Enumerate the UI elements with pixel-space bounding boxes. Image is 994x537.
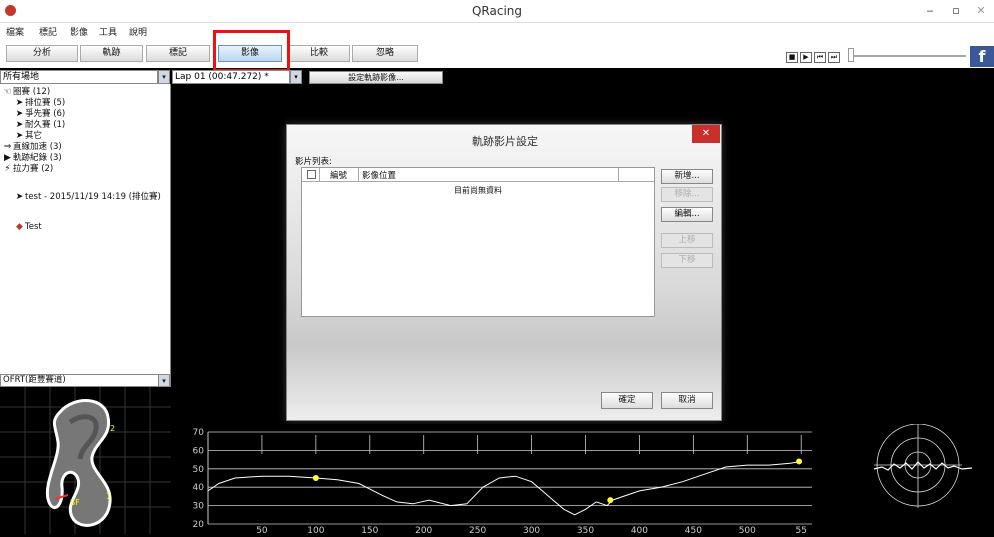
list-header: 編號 影像位置 bbox=[302, 168, 654, 182]
y-tick-label: 40 bbox=[193, 483, 205, 493]
menu-tools[interactable]: 工具 bbox=[99, 25, 117, 38]
track-video-settings-dialog: 軌跡影片設定 ✕ 影片列表: 編號 影像位置 目前尚無資料 新增... 移除..… bbox=[286, 124, 722, 421]
play-button[interactable]: ▶ bbox=[800, 52, 812, 63]
x-tick-label: 350 bbox=[577, 526, 594, 534]
select-all-checkbox[interactable] bbox=[307, 170, 316, 179]
toolbar: 分析 軌跡 標記 影像 比較 忽略 ■ ▶ ⏮ ⏭ bbox=[0, 39, 994, 68]
skip-back-button[interactable]: ⏮ bbox=[814, 52, 826, 63]
marker-icon: ◆ bbox=[16, 222, 23, 232]
x-tick-label: 200 bbox=[415, 526, 432, 534]
speed-chart-svg: 20 30 40 50 60 70 50 100 150 200 250 300 350 400 450 50… bbox=[193, 428, 812, 536]
chevron-down-icon[interactable]: ▾ bbox=[290, 70, 302, 84]
position-marker bbox=[796, 458, 803, 465]
y-tick-label: 70 bbox=[193, 428, 205, 438]
position-marker bbox=[607, 497, 614, 504]
set-track-image-button[interactable]: 設定軌跡影像... bbox=[309, 71, 443, 84]
venue-select[interactable]: 所有場地 bbox=[0, 70, 158, 84]
rally-icon: ⚡ bbox=[4, 164, 11, 174]
title-bar: QRacing ‒ ▫ ✕ bbox=[0, 0, 994, 23]
track-label: 2 bbox=[110, 424, 116, 433]
session-item[interactable]: ➤ test - 2015/11/19 14:19 (排位賽) bbox=[14, 190, 161, 202]
maximize-button[interactable]: ▫ bbox=[943, 0, 969, 21]
position-marker bbox=[312, 475, 319, 481]
chevron-down-icon[interactable]: ▾ bbox=[158, 70, 170, 84]
track-button[interactable]: 軌跡 bbox=[80, 45, 143, 62]
remove-button[interactable]: 移除... bbox=[661, 187, 713, 202]
menu-bar: 檔案 標記 影像 工具 說明 bbox=[0, 23, 994, 39]
x-tick-label: 300 bbox=[523, 526, 540, 534]
session-tree: ☜圈賽 (12) ➤ 排位賽 (5) ➤ 爭先賽 (6) ➤ 耐久賽 (1) ➤ 其它 … bbox=[0, 84, 171, 374]
cancel-button[interactable]: 取消 bbox=[661, 392, 713, 409]
circuit-icon: ☜ bbox=[3, 87, 12, 97]
video-list[interactable]: 編號 影像位置 目前尚無資料 bbox=[301, 167, 655, 317]
move-up-button[interactable]: 上移 bbox=[661, 233, 713, 248]
column-video-location[interactable]: 影像位置 bbox=[362, 169, 396, 181]
close-button[interactable]: ✕ bbox=[968, 0, 994, 21]
minimize-button[interactable]: ‒ bbox=[917, 0, 943, 21]
x-tick-label: 50 bbox=[256, 526, 268, 534]
y-tick-label: 60 bbox=[193, 446, 205, 456]
window-title: QRacing bbox=[471, 4, 523, 18]
x-tick-label: 55 bbox=[795, 526, 806, 534]
playback-slider-thumb[interactable] bbox=[848, 48, 854, 62]
tree-item-rally[interactable]: ⚡ 拉力賽 (2) bbox=[2, 162, 53, 174]
skip-forward-button[interactable]: ⏭ bbox=[828, 52, 840, 63]
speed-chart: 20 30 40 50 60 70 50 100 150 200 250 300 350 400 450 50… bbox=[172, 424, 822, 536]
y-tick-label: 20 bbox=[193, 520, 205, 530]
track-minimap: 2 SF 1 bbox=[0, 387, 171, 534]
stop-button[interactable]: ■ bbox=[786, 52, 798, 63]
marker-item[interactable]: ◆ Test bbox=[14, 222, 42, 232]
move-down-button[interactable]: 下移 bbox=[661, 253, 713, 268]
analysis-button[interactable]: 分析 bbox=[6, 45, 78, 62]
g-force-plot bbox=[822, 423, 994, 534]
playback-slider[interactable] bbox=[854, 55, 966, 57]
menu-video[interactable]: 影像 bbox=[70, 25, 88, 38]
x-tick-label: 450 bbox=[685, 526, 702, 534]
track-map-graphic bbox=[0, 387, 171, 534]
x-tick-label: 250 bbox=[469, 526, 486, 534]
dialog-close-button[interactable]: ✕ bbox=[692, 125, 720, 143]
y-tick-label: 50 bbox=[193, 465, 205, 475]
g-force-plot-svg bbox=[873, 423, 973, 508]
marker-button[interactable]: 標記 bbox=[146, 45, 210, 62]
lap-select[interactable]: Lap 01 (00:47.272) * bbox=[172, 70, 290, 84]
y-tick-label: 30 bbox=[193, 502, 205, 512]
chevron-down-icon[interactable]: ▾ bbox=[158, 374, 170, 387]
x-tick-label: 150 bbox=[361, 526, 378, 534]
track-label: SF bbox=[70, 498, 80, 507]
flag-icon: ➤ bbox=[15, 192, 24, 202]
facebook-icon[interactable]: f bbox=[970, 46, 994, 67]
menu-file[interactable]: 檔案 bbox=[6, 25, 24, 38]
speed-series-line bbox=[207, 460, 802, 516]
menu-marker[interactable]: 標記 bbox=[39, 25, 57, 38]
add-button[interactable]: 新增... bbox=[661, 169, 713, 184]
track-select[interactable]: OFRT(距豐賽道) bbox=[0, 374, 171, 387]
empty-message: 目前尚無資料 bbox=[454, 186, 502, 195]
video-button[interactable]: 影像 bbox=[218, 45, 282, 62]
column-number[interactable]: 編號 bbox=[330, 169, 347, 181]
dialog-title: 軌跡影片設定 bbox=[472, 135, 538, 148]
ok-button[interactable]: 確定 bbox=[601, 392, 653, 409]
x-tick-label: 100 bbox=[307, 526, 324, 534]
track-label: 1 bbox=[106, 492, 112, 501]
video-list-label: 影片列表: bbox=[295, 157, 332, 167]
compare-button[interactable]: 比較 bbox=[288, 45, 350, 62]
edit-button[interactable]: 編輯... bbox=[661, 207, 713, 222]
menu-help[interactable]: 說明 bbox=[129, 25, 147, 38]
x-tick-label: 500 bbox=[739, 526, 756, 534]
ignore-button[interactable]: 忽略 bbox=[352, 45, 418, 62]
x-tick-label: 400 bbox=[631, 526, 648, 534]
